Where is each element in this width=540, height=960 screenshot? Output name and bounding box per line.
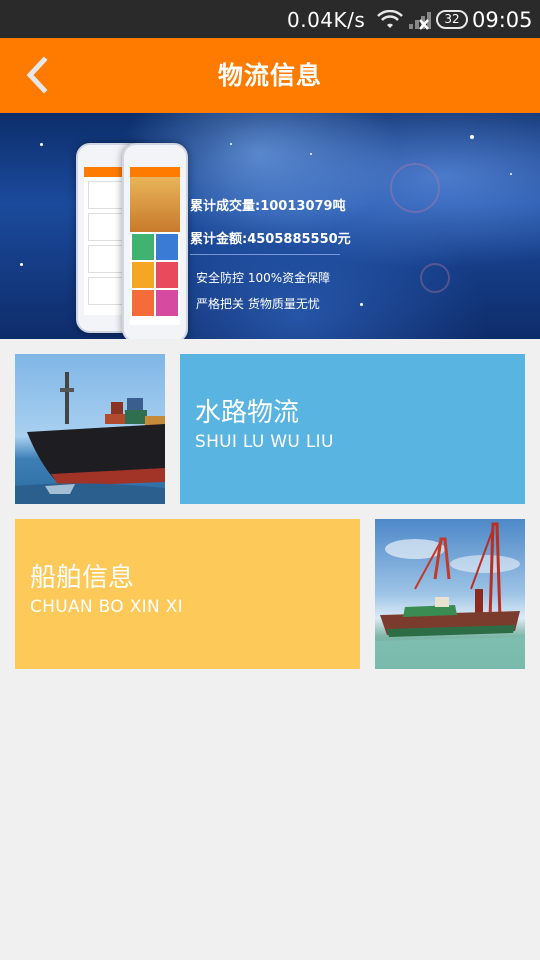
page-title: 物流信息 <box>217 61 322 90</box>
banner-slogan-2: 严格把关 货物质量无忧 <box>196 297 320 311</box>
cargo-ship-image[interactable] <box>15 354 165 504</box>
banner-amount-value: 4505885550元 <box>247 232 351 247</box>
network-speed: 0.04K/s <box>287 8 366 32</box>
banner-amount-label: 累计金额 <box>190 232 243 247</box>
tile-title: 水路物流 <box>195 398 300 428</box>
tile-ship-info[interactable]: 船舶信息 CHUAN BO XIN XI <box>15 519 360 669</box>
battery-level: 32 <box>444 12 460 26</box>
tile-waterway-logistics[interactable]: 水路物流 SHUI LU WU LIU <box>180 354 525 504</box>
phone-mockup-front <box>122 143 188 339</box>
banner-volume-value: 10013079吨 <box>260 199 346 214</box>
signal-icon <box>409 12 431 30</box>
banner-volume-label: 累计成交量 <box>190 199 256 214</box>
ship-illustration <box>15 372 165 504</box>
tile-title: 船舶信息 <box>30 563 135 593</box>
promo-banner[interactable]: 累计成交量:10013079吨 累计金额:4505885550元 安全防控 10… <box>0 113 540 339</box>
harbor-cranes-image[interactable] <box>375 519 525 669</box>
banner-slogan-1: 安全防控 100%资金保障 <box>196 271 331 285</box>
clock: 09:05 <box>472 8 533 32</box>
app-bar: 物流信息 <box>0 38 540 113</box>
battery-icon: 32 <box>436 10 468 29</box>
harbor-illustration <box>375 522 525 669</box>
status-bar: 0.04K/s 32 09:05 <box>0 0 540 38</box>
tile-subtitle: CHUAN BO XIN XI <box>30 597 183 617</box>
wifi-icon <box>377 10 403 28</box>
tile-subtitle: SHUI LU WU LIU <box>195 432 334 452</box>
